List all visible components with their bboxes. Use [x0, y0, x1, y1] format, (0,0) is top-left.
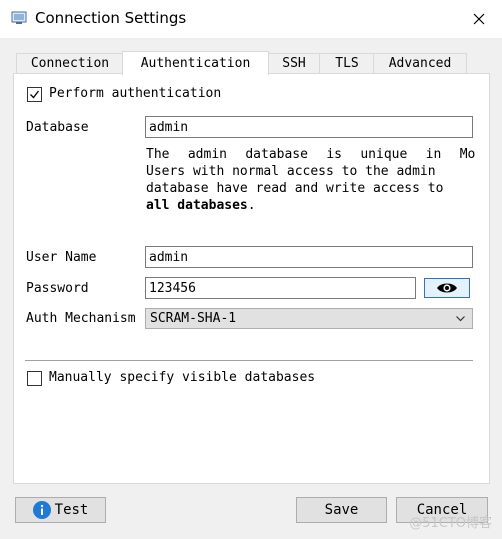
- checkmark-icon: [30, 90, 40, 99]
- description-period: .: [247, 198, 256, 213]
- close-icon: [473, 13, 485, 25]
- tab-authentication-label: Authentication: [140, 56, 251, 71]
- save-button-label: Save: [324, 502, 359, 518]
- password-value: 123456: [149, 280, 196, 296]
- tab-advanced-label: Advanced: [388, 56, 452, 71]
- tab-tls[interactable]: TLS: [319, 53, 375, 73]
- description-word: The: [146, 147, 170, 162]
- database-value: admin: [149, 119, 189, 135]
- tab-connection[interactable]: Connection: [16, 53, 124, 73]
- section-divider: [25, 360, 473, 361]
- description-word: Mong: [459, 147, 476, 162]
- watermark-text: @51CTO博客: [409, 516, 492, 531]
- close-button[interactable]: [456, 0, 502, 38]
- auth-mechanism-label: Auth Mechanism: [26, 311, 136, 326]
- test-button-label: Test: [54, 502, 89, 518]
- title-bar: Connection Settings: [0, 0, 502, 38]
- description-line-2: Users with normal access to the admin: [146, 164, 436, 179]
- show-password-button[interactable]: [424, 278, 470, 298]
- tab-connection-label: Connection: [30, 56, 110, 71]
- database-description: The admin database is unique in Mong Use…: [146, 146, 476, 218]
- tab-tls-label: TLS: [335, 56, 359, 71]
- visible-databases-checkbox[interactable]: [27, 371, 42, 386]
- description-word: is: [326, 147, 342, 162]
- database-input[interactable]: admin: [145, 116, 473, 138]
- window-title: Connection Settings: [35, 9, 187, 27]
- description-word: unique: [360, 147, 408, 162]
- description-line-3: database have read and write access to: [146, 181, 444, 196]
- test-button[interactable]: Test: [15, 497, 106, 523]
- tab-ssh[interactable]: SSH: [267, 53, 321, 73]
- chevron-down-icon: [456, 316, 465, 322]
- description-word: database: [245, 147, 308, 162]
- tab-strip: Connection Authentication SSH TLS Advanc…: [0, 38, 502, 75]
- username-label: User Name: [26, 250, 97, 265]
- save-button[interactable]: Save: [296, 497, 387, 523]
- password-input[interactable]: 123456: [145, 277, 416, 299]
- description-word: in: [425, 147, 442, 162]
- description-line-4: all databases.: [146, 197, 476, 214]
- app-icon: [11, 11, 27, 24]
- tab-authentication[interactable]: Authentication: [122, 51, 269, 75]
- database-label: Database: [26, 120, 89, 135]
- username-input[interactable]: admin: [145, 246, 473, 268]
- description-bold-text: all databases: [146, 198, 248, 213]
- perform-authentication-label: Perform authentication: [49, 86, 222, 101]
- description-word: admin: [187, 147, 227, 162]
- connection-settings-window: Connection Settings Connection Authentic…: [0, 0, 502, 539]
- tab-advanced[interactable]: Advanced: [373, 53, 467, 73]
- tab-ssh-label: SSH: [282, 56, 306, 71]
- auth-mechanism-select[interactable]: SCRAM-SHA-1: [145, 308, 473, 329]
- info-icon: [32, 501, 51, 519]
- password-label: Password: [26, 281, 89, 296]
- perform-authentication-checkbox[interactable]: [27, 87, 42, 102]
- description-line-1: The admin database is unique in Mong: [146, 146, 476, 163]
- eye-icon: [437, 283, 457, 293]
- username-value: admin: [149, 249, 189, 265]
- auth-mechanism-value: SCRAM-SHA-1: [150, 311, 237, 326]
- visible-databases-label: Manually specify visible databases: [49, 370, 316, 385]
